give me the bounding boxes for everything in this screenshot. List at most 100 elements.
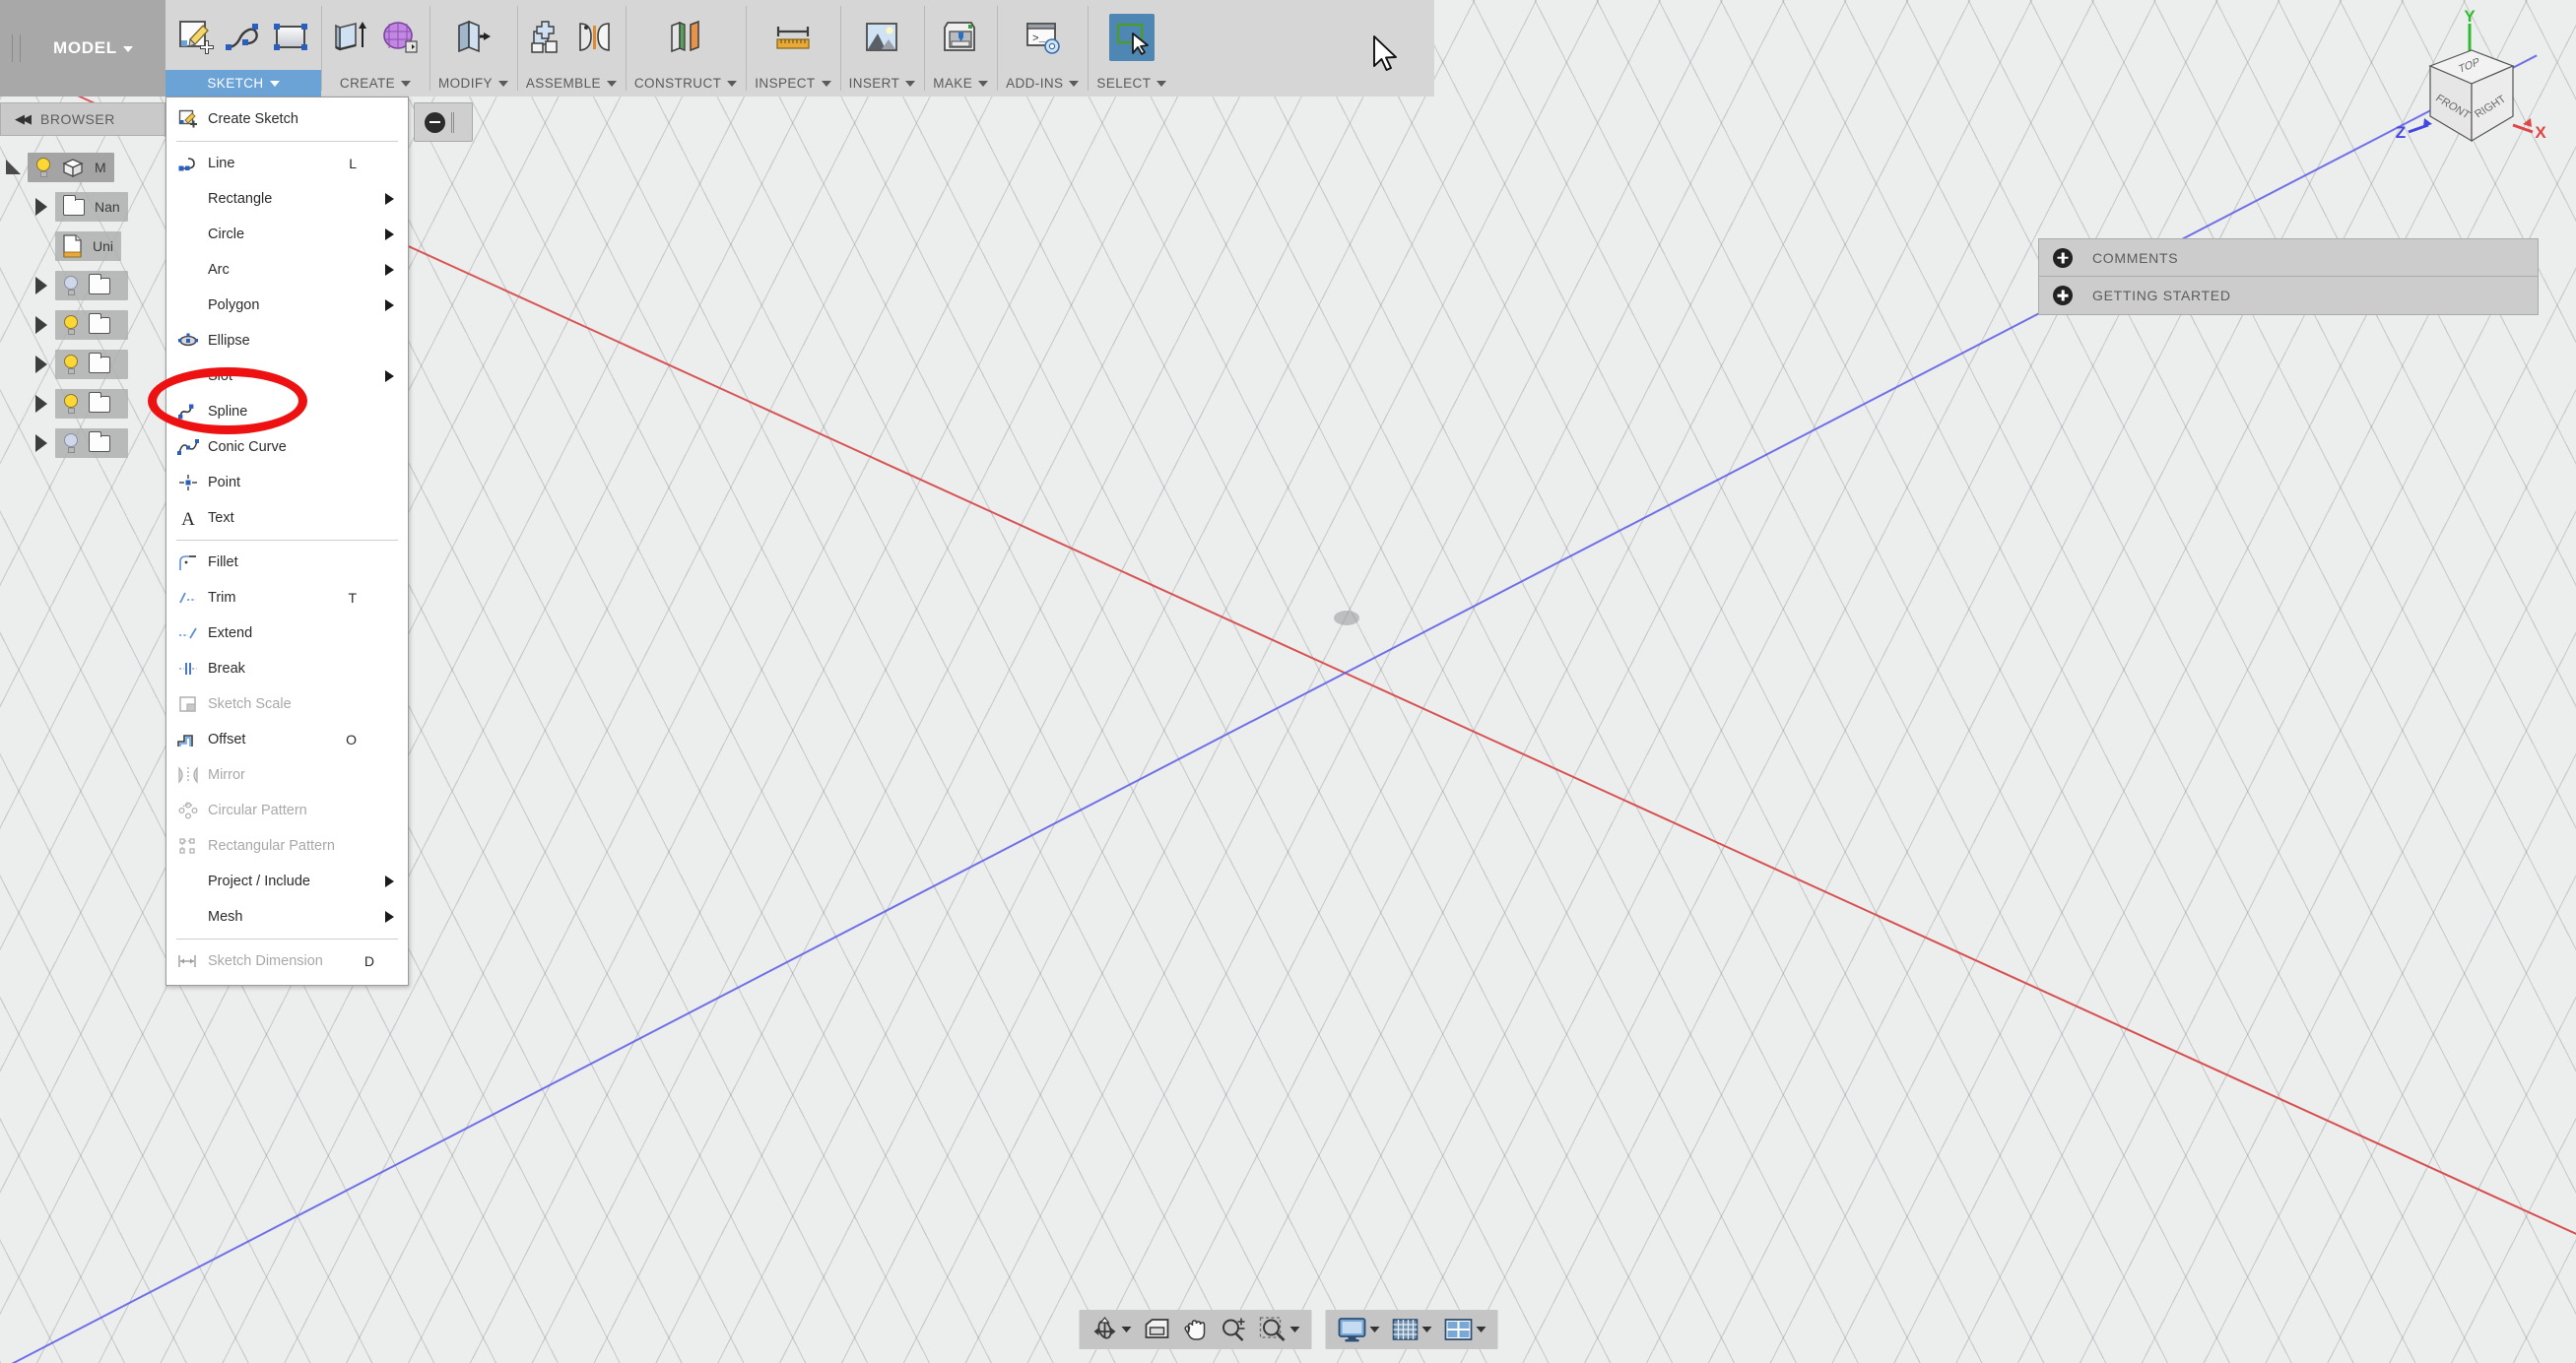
- double-chevron-left-icon[interactable]: ◀◀: [15, 111, 32, 127]
- toolbar-panel-title-assemble[interactable]: ASSEMBLE: [517, 70, 626, 97]
- menu-item-label: Sketch Dimension: [208, 953, 323, 969]
- triangle-right-icon[interactable]: [28, 434, 55, 452]
- toolbar-panel-title-make[interactable]: MAKE: [924, 70, 997, 97]
- chevron-down-icon[interactable]: [1369, 1327, 1379, 1332]
- bulb-off-icon[interactable]: [63, 276, 79, 295]
- menu-item-polygon[interactable]: Polygon: [166, 288, 408, 323]
- display-settings-button[interactable]: [1333, 1313, 1383, 1346]
- menu-item-shortcut: O: [346, 732, 357, 747]
- new-component-button[interactable]: [525, 14, 570, 61]
- joint-button[interactable]: [572, 14, 618, 61]
- menu-item-sketch-scale[interactable]: Sketch Scale: [166, 686, 408, 722]
- spline-tool-button[interactable]: [221, 14, 266, 61]
- triangle-right-icon[interactable]: [28, 356, 55, 373]
- menu-item-offset[interactable]: Offset O: [166, 722, 408, 757]
- create-form-button[interactable]: [376, 14, 422, 61]
- toolbar-panel-title-addins[interactable]: ADD-INS: [997, 70, 1088, 97]
- menu-item-point[interactable]: Point: [166, 465, 408, 500]
- offset-plane-button[interactable]: [663, 14, 708, 61]
- menu-item-line[interactable]: Line L: [166, 146, 408, 181]
- origin-point[interactable]: [1334, 611, 1359, 625]
- bulb-on-icon[interactable]: [63, 355, 79, 374]
- menu-item-mirror[interactable]: Mirror: [166, 757, 408, 793]
- menu-item-extend[interactable]: Extend: [166, 616, 408, 651]
- bulb-off-icon[interactable]: [63, 433, 79, 453]
- menu-item-label: Fillet: [208, 554, 238, 570]
- toolbar-panel-title-construct[interactable]: CONSTRUCT: [626, 70, 746, 97]
- create-sketch-button[interactable]: [173, 14, 219, 61]
- triangle-right-icon[interactable]: [28, 316, 55, 334]
- toolbar-panel-title-inspect[interactable]: INSPECT: [746, 70, 839, 97]
- view-cube[interactable]: Y Z X TOP FRONT RIGHT: [2363, 6, 2560, 183]
- menu-item-trim[interactable]: Trim T: [166, 580, 408, 616]
- scripts-addins-button[interactable]: >_: [1020, 14, 1065, 61]
- plus-circle-icon[interactable]: [2053, 286, 2073, 305]
- menu-item-create-sketch[interactable]: Create Sketch: [166, 101, 408, 137]
- viewports-button[interactable]: [1439, 1313, 1489, 1346]
- menu-item-rectangle[interactable]: Rectangle: [166, 181, 408, 217]
- chevron-down-icon[interactable]: [1289, 1327, 1299, 1332]
- menu-item-sketch-dimension[interactable]: Sketch Dimension D: [166, 943, 408, 979]
- orbit-button[interactable]: [1087, 1313, 1135, 1346]
- select-window-button[interactable]: [1108, 13, 1155, 61]
- line-icon: [174, 153, 202, 174]
- bulb-on-icon[interactable]: [63, 315, 79, 335]
- extrude-button[interactable]: [329, 14, 374, 61]
- press-pull-button[interactable]: [450, 14, 495, 61]
- rectangle-tool-button[interactable]: [268, 14, 313, 61]
- nav-group-view: [1079, 1310, 1311, 1349]
- insert-image-button[interactable]: [859, 14, 904, 61]
- chevron-down-icon[interactable]: [1121, 1327, 1131, 1332]
- menu-item-arc[interactable]: Arc: [166, 252, 408, 288]
- comments-panel-header[interactable]: COMMENTS: [2038, 238, 2539, 277]
- toolbar-panel-title-insert[interactable]: INSERT: [840, 70, 925, 97]
- bulb-on-icon[interactable]: [63, 394, 79, 414]
- menu-item-ellipse[interactable]: Ellipse: [166, 323, 408, 358]
- menu-item-circle[interactable]: Circle: [166, 217, 408, 252]
- menu-item-fillet[interactable]: Fillet: [166, 545, 408, 580]
- mirror-icon: [174, 764, 202, 786]
- triangle-down-icon[interactable]: [0, 158, 28, 177]
- toolbar-panel-title-select[interactable]: SELECT: [1088, 70, 1175, 97]
- triangle-right-icon[interactable]: [28, 198, 55, 216]
- bulb-on-icon[interactable]: [35, 158, 51, 177]
- getting-started-panel-header[interactable]: GETTING STARTED: [2038, 277, 2539, 315]
- workspace-switcher[interactable]: MODEL: [0, 0, 165, 97]
- rectangular-pattern-icon: [174, 835, 202, 857]
- triangle-right-icon[interactable]: [28, 395, 55, 413]
- menu-item-circular-pattern[interactable]: Circular Pattern: [166, 793, 408, 828]
- zoom-window-button[interactable]: [1255, 1313, 1303, 1346]
- menu-item-label: Spline: [208, 404, 248, 420]
- browser-label: BROWSER: [40, 111, 115, 127]
- toolbar-panel-title-create[interactable]: CREATE: [321, 70, 429, 97]
- chevron-down-icon[interactable]: [1421, 1327, 1431, 1332]
- grid-snaps-button[interactable]: [1387, 1313, 1435, 1346]
- chevron-down-icon[interactable]: [1476, 1327, 1486, 1332]
- menu-item-rectangular-pattern[interactable]: Rectangular Pattern: [166, 828, 408, 864]
- 3d-print-button[interactable]: [938, 14, 983, 61]
- minus-circle-icon[interactable]: [425, 111, 445, 133]
- toolbar-panel-title-modify[interactable]: MODIFY: [429, 70, 517, 97]
- collapsed-panel[interactable]: [414, 102, 473, 142]
- look-at-button[interactable]: [1139, 1313, 1174, 1346]
- triangle-right-icon[interactable]: [28, 277, 55, 294]
- menu-item-project-include[interactable]: Project / Include: [166, 864, 408, 899]
- trim-icon: [174, 587, 202, 609]
- panel-grip: [451, 111, 454, 133]
- menu-item-conic-curve[interactable]: Conic Curve: [166, 429, 408, 465]
- zoom-button[interactable]: [1216, 1313, 1251, 1346]
- measure-button[interactable]: [770, 14, 816, 61]
- menu-item-slot[interactable]: Slot: [166, 358, 408, 394]
- panel-label: COMMENTS: [2092, 249, 2179, 266]
- browser-panel-header[interactable]: ◀◀ BROWSER: [0, 102, 165, 136]
- pan-button[interactable]: [1178, 1313, 1212, 1346]
- menu-item-break[interactable]: Break: [166, 651, 408, 686]
- menu-item-mesh[interactable]: Mesh: [166, 899, 408, 935]
- chevron-down-icon: [497, 80, 508, 87]
- menu-item-text[interactable]: A Text: [166, 500, 408, 536]
- svg-text:>_: >_: [1032, 33, 1046, 45]
- plus-circle-icon[interactable]: [2053, 247, 2073, 268]
- menu-item-spline[interactable]: Spline: [166, 394, 408, 429]
- panel-label: INSPECT: [755, 76, 816, 91]
- toolbar-panel-title-sketch[interactable]: SKETCH: [165, 70, 321, 97]
